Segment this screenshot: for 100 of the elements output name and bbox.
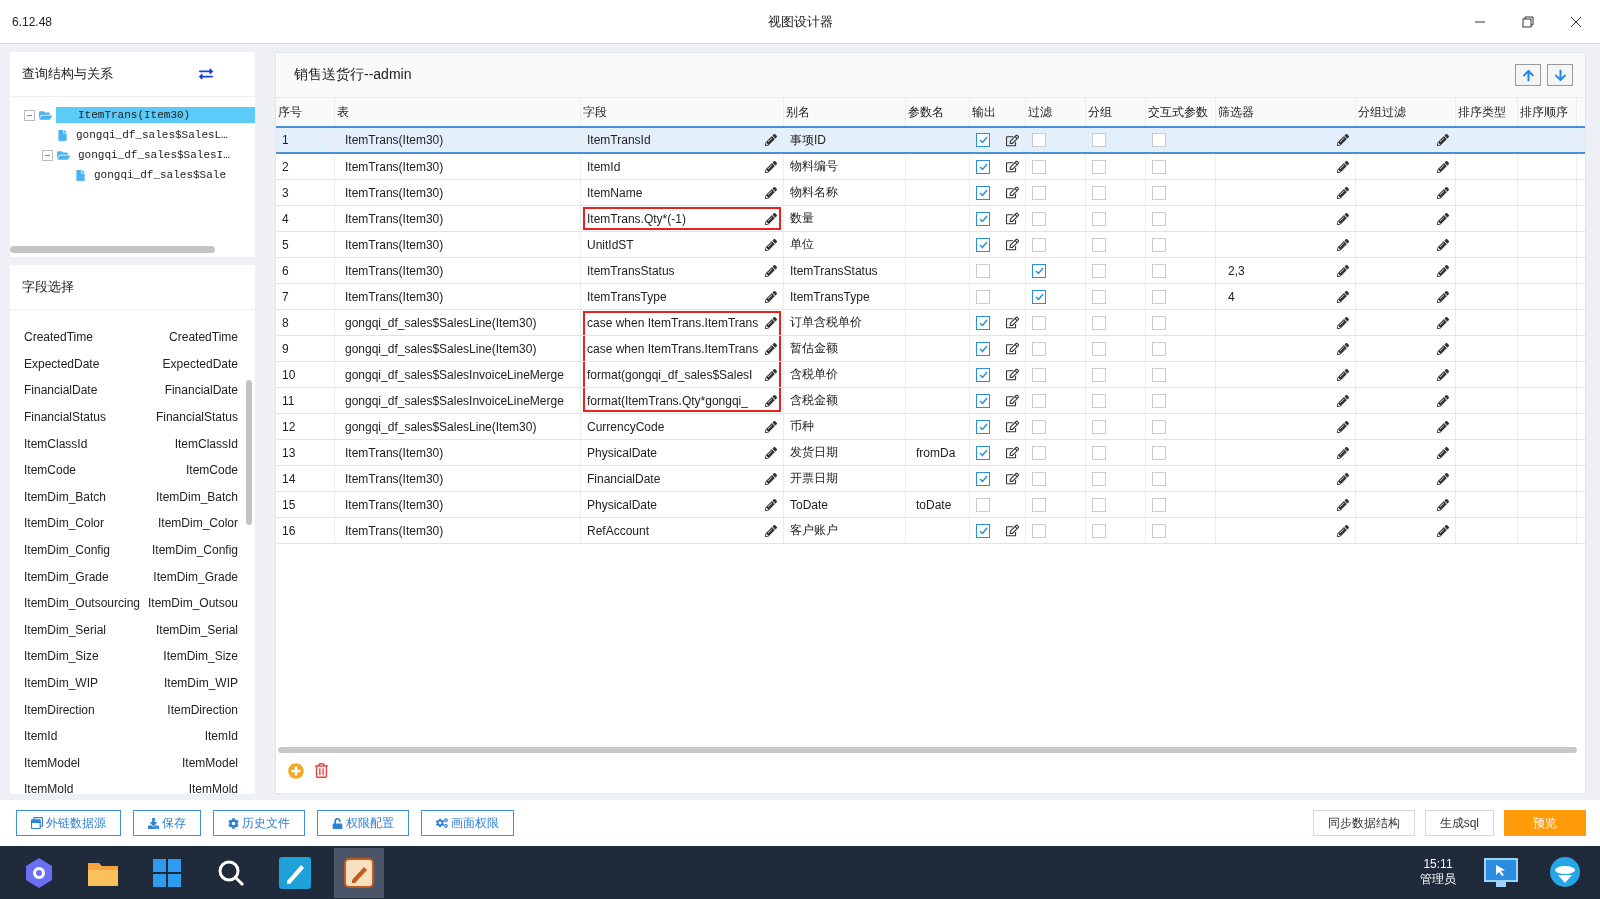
pencil-icon[interactable] bbox=[765, 498, 777, 511]
field-name[interactable]: ItemDim_WIP bbox=[24, 676, 98, 690]
field-alias[interactable]: ItemClassId bbox=[174, 436, 238, 451]
checkbox[interactable] bbox=[976, 289, 990, 304]
pencil-icon[interactable] bbox=[1337, 498, 1349, 511]
checkbox[interactable] bbox=[976, 341, 990, 356]
checkbox[interactable] bbox=[1152, 471, 1166, 486]
pencil-icon[interactable] bbox=[765, 134, 777, 146]
checkbox[interactable] bbox=[976, 471, 990, 486]
checkbox[interactable] bbox=[1092, 523, 1106, 538]
pencil-icon[interactable] bbox=[1337, 290, 1349, 303]
field-name[interactable]: ItemDim_Outsourcing bbox=[24, 596, 141, 611]
edit-icon[interactable] bbox=[1006, 160, 1019, 173]
field-name[interactable]: ItemDim_Config bbox=[24, 543, 111, 558]
table-row[interactable]: 9 gongqi_df_sales$SalesLine(Item30) case when ItemTrans.ItemTrans 暂估金额 bbox=[276, 336, 1585, 362]
checkbox[interactable] bbox=[1152, 497, 1166, 512]
pencil-icon[interactable] bbox=[1437, 264, 1449, 277]
pencil-icon[interactable] bbox=[1437, 134, 1449, 146]
pencil-icon[interactable] bbox=[765, 212, 777, 225]
checkbox[interactable] bbox=[1092, 159, 1106, 174]
tree-item[interactable]: gongqi_df_sales$SalesI… bbox=[74, 147, 234, 163]
checkbox[interactable] bbox=[1152, 133, 1166, 147]
pencil-icon[interactable] bbox=[1437, 368, 1449, 381]
field-name[interactable]: ItemDim_Color bbox=[24, 516, 104, 531]
pencil-icon[interactable] bbox=[1437, 316, 1449, 329]
field-alias[interactable]: ItemMold bbox=[188, 782, 238, 794]
checkbox[interactable] bbox=[1032, 445, 1046, 460]
checkbox[interactable] bbox=[1092, 497, 1106, 512]
pencil-icon[interactable] bbox=[1437, 186, 1449, 199]
checkbox[interactable] bbox=[1032, 393, 1046, 408]
field-alias[interactable]: ItemCode bbox=[185, 463, 238, 478]
checkbox[interactable] bbox=[1032, 341, 1046, 356]
checkbox[interactable] bbox=[1152, 237, 1166, 252]
collapse-icon[interactable] bbox=[42, 149, 53, 161]
pencil-icon[interactable] bbox=[1337, 524, 1349, 537]
checkbox[interactable] bbox=[1092, 445, 1106, 460]
edit-icon[interactable] bbox=[1006, 524, 1019, 537]
checkbox[interactable] bbox=[1032, 497, 1046, 512]
field-alias[interactable]: FinancialDate bbox=[164, 383, 238, 398]
pencil-icon[interactable] bbox=[1437, 446, 1449, 459]
field-alias[interactable]: ItemDirection bbox=[167, 702, 238, 717]
pencil-icon[interactable] bbox=[1337, 264, 1349, 277]
checkbox[interactable] bbox=[1092, 315, 1106, 330]
checkbox[interactable] bbox=[1152, 159, 1166, 174]
field-alias[interactable]: ItemDim_Serial bbox=[155, 622, 238, 637]
field-alias[interactable]: ItemId bbox=[204, 729, 238, 744]
close-icon[interactable] bbox=[1570, 15, 1582, 28]
pencil-icon[interactable] bbox=[765, 238, 777, 251]
pencil-icon[interactable] bbox=[1437, 394, 1449, 407]
checkbox[interactable] bbox=[976, 393, 990, 408]
table-row[interactable]: 3 ItemTrans(Item30) ItemName 物料名称 bbox=[276, 180, 1585, 206]
toolbar-button[interactable]: 同步数据结构 bbox=[1312, 810, 1415, 836]
pencil-icon[interactable] bbox=[765, 368, 777, 381]
restore-icon[interactable] bbox=[1522, 15, 1534, 28]
checkbox[interactable] bbox=[976, 419, 990, 434]
pencil-icon[interactable] bbox=[765, 290, 777, 303]
pencil-icon[interactable] bbox=[1337, 186, 1349, 199]
field-name[interactable]: ExpectedDate bbox=[24, 356, 100, 371]
pencil-icon[interactable] bbox=[1437, 420, 1449, 433]
checkbox[interactable] bbox=[976, 497, 990, 512]
toolbar-button[interactable]: 外链数据源 bbox=[16, 810, 121, 836]
checkbox[interactable] bbox=[1032, 523, 1046, 538]
field-name[interactable]: ItemDim_Serial bbox=[24, 622, 107, 637]
field-name[interactable]: ItemDim_Size bbox=[24, 649, 99, 664]
table-row[interactable]: 13 ItemTrans(Item30) PhysicalDate 发货日期 fromDa bbox=[276, 440, 1585, 466]
checkbox[interactable] bbox=[1152, 315, 1166, 330]
checkbox[interactable] bbox=[976, 211, 990, 226]
table-row[interactable]: 14 ItemTrans(Item30) FinancialDate 开票日期 bbox=[276, 466, 1585, 492]
table-row[interactable]: 8 gongqi_df_sales$SalesLine(Item30) case when ItemTrans.ItemTrans 订单含税单价 bbox=[276, 310, 1585, 336]
edit-icon[interactable] bbox=[1006, 212, 1019, 225]
edit-icon[interactable] bbox=[1006, 342, 1019, 355]
pencil-icon[interactable] bbox=[765, 446, 777, 459]
checkbox[interactable] bbox=[1032, 133, 1046, 147]
checkbox[interactable] bbox=[1032, 263, 1046, 278]
field-name[interactable]: ItemModel bbox=[24, 755, 81, 770]
checkbox[interactable] bbox=[1092, 393, 1106, 408]
pencil-icon[interactable] bbox=[1337, 342, 1349, 355]
toolbar-button[interactable]: 画面权限 bbox=[421, 810, 514, 836]
table-row[interactable]: 4 ItemTrans(Item30) ItemTrans.Qty*(-1) 数量 bbox=[276, 206, 1585, 232]
checkbox[interactable] bbox=[976, 133, 990, 147]
field-alias[interactable]: ItemModel bbox=[181, 755, 238, 770]
checkbox[interactable] bbox=[1152, 523, 1166, 538]
checkbox[interactable] bbox=[1152, 419, 1166, 434]
pencil-icon[interactable] bbox=[1337, 368, 1349, 381]
edit-icon[interactable] bbox=[1006, 368, 1019, 381]
table-row[interactable]: 6 ItemTrans(Item30) ItemTransStatus ItemTransStatus 2,3 bbox=[276, 258, 1585, 284]
toolbar-button[interactable]: 历史文件 bbox=[213, 810, 305, 836]
checkbox[interactable] bbox=[976, 237, 990, 252]
checkbox[interactable] bbox=[1152, 341, 1166, 356]
swap-icon[interactable] bbox=[199, 67, 213, 81]
checkbox[interactable] bbox=[1152, 263, 1166, 278]
tree-item[interactable]: gongqi_df_sales$Sale bbox=[90, 167, 231, 183]
table-row[interactable]: 7 ItemTrans(Item30) ItemTransType ItemTransType 4 bbox=[276, 284, 1585, 310]
checkbox[interactable] bbox=[1032, 315, 1046, 330]
field-alias[interactable]: ExpectedDate bbox=[162, 356, 238, 371]
toolbar-button[interactable]: 保存 bbox=[133, 810, 201, 836]
table-row[interactable]: 12 gongqi_df_sales$SalesLine(Item30) CurrencyCode 币种 bbox=[276, 414, 1585, 440]
checkbox[interactable] bbox=[1092, 341, 1106, 356]
collapse-icon[interactable] bbox=[24, 109, 35, 121]
checkbox[interactable] bbox=[1152, 289, 1166, 304]
